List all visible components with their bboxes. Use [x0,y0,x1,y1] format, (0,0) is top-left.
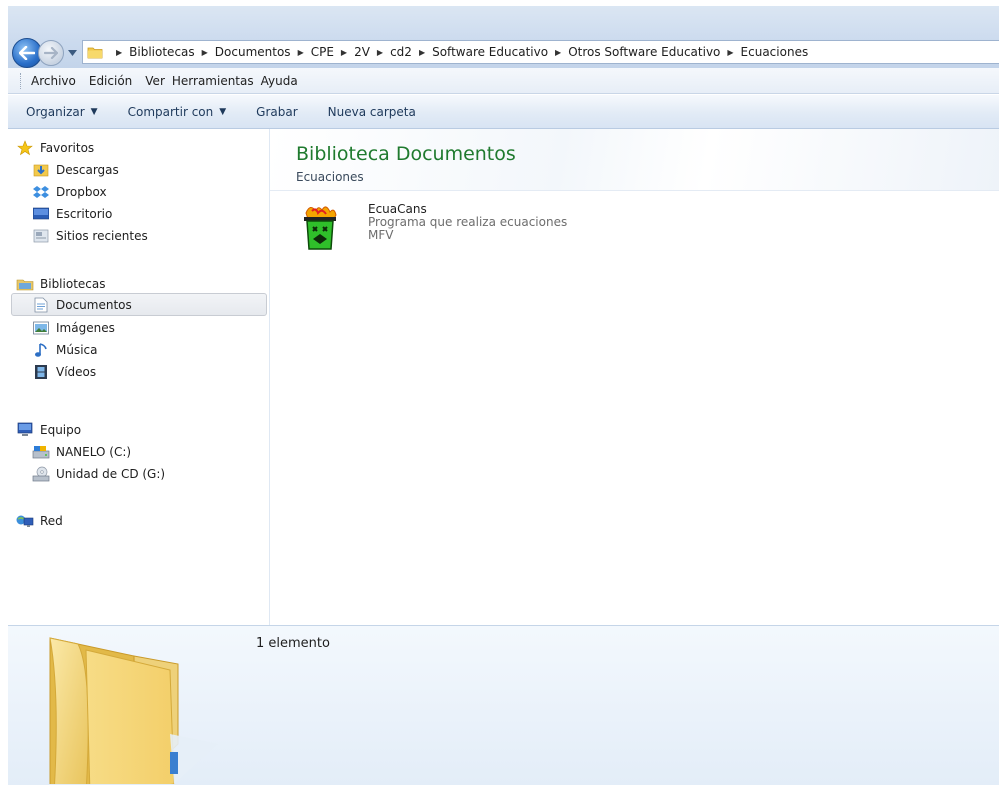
chevron-down-icon: ▼ [219,106,227,117]
nav-network[interactable]: Red [16,510,63,532]
dropbox-icon [32,184,50,200]
new-folder-label: Nueva carpeta [327,104,416,119]
menu-bar: Archivo Edición Ver Herramientas Ayuda [8,68,999,94]
nav-item-label: NANELO (C:) [56,445,132,459]
nav-item-sitios-recientes[interactable]: Sitios recientes [32,225,148,247]
library-header: Biblioteca Documentos Ecuaciones [270,129,999,191]
breadcrumb-item[interactable]: Otros Software Educativo [568,45,720,59]
network-icon [16,513,34,529]
forward-button[interactable] [38,40,64,66]
large-folder-icon [49,637,218,784]
breadcrumb-item[interactable]: Ecuaciones [741,45,809,59]
forward-arrow-icon [44,47,58,59]
chevron-down-icon [67,50,77,56]
file-description: Programa que realiza ecuaciones [368,215,568,229]
breadcrumb-separator-icon[interactable]: ▶ [341,48,347,57]
breadcrumb[interactable]: ▶ Bibliotecas ▶ Documentos ▶ CPE ▶ 2V ▶ … [82,40,999,64]
nav-item-label: Unidad de CD (G:) [56,467,166,481]
item-count: 1 elemento [256,636,330,651]
nav-item-label: Descargas [56,163,119,177]
documents-icon [32,297,50,313]
new-folder-button[interactable]: Nueva carpeta [328,105,416,119]
libraries-icon [16,276,34,292]
star-icon [16,140,34,156]
breadcrumb-item[interactable]: cd2 [390,45,412,59]
recent-places-icon [32,228,50,244]
nav-libraries-label: Bibliotecas [40,277,106,291]
breadcrumb-separator-icon[interactable]: ▶ [116,48,122,57]
desktop-icon [32,206,50,222]
nav-item-label: Dropbox [56,185,107,199]
breadcrumb-item[interactable]: Bibliotecas [129,45,194,59]
nav-item-videos[interactable]: Vídeos [32,361,96,383]
nav-item-documentos[interactable]: Documentos [11,293,267,316]
share-button[interactable]: Compartir con ▼ [128,105,227,119]
hard-drive-icon [32,444,50,460]
nav-computer[interactable]: Equipo [16,419,81,441]
file-item[interactable]: EcuaCans Programa que realiza ecuaciones… [300,203,630,261]
command-bar: Organizar ▼ Compartir con ▼ Grabar Nueva… [8,95,999,129]
computer-icon [16,422,34,438]
nav-item-musica[interactable]: Música [32,339,98,361]
menu-archivo[interactable]: Archivo [31,74,76,88]
file-author: MFV [368,228,394,242]
pictures-icon [32,320,50,336]
nav-item-escritorio[interactable]: Escritorio [32,203,112,225]
nav-favorites[interactable]: Favoritos [16,137,94,159]
menu-edicion[interactable]: Edición [89,74,132,88]
nav-item-label: Música [56,343,98,357]
breadcrumb-separator-icon[interactable]: ▶ [298,48,304,57]
nav-favorites-label: Favoritos [40,141,95,155]
content-pane: Biblioteca Documentos Ecuaciones EcuaCan… [270,129,999,625]
video-icon [32,364,50,380]
back-arrow-icon [19,46,35,60]
nav-item-label: Sitios recientes [56,229,148,243]
music-note-icon [32,342,50,358]
address-bar-area: ▶ Bibliotecas ▶ Documentos ▶ CPE ▶ 2V ▶ … [8,6,999,68]
nav-computer-label: Equipo [40,423,82,437]
nav-item-label: Documentos [56,297,132,312]
details-pane: 1 elemento [8,625,999,785]
nav-item-label: Imágenes [56,321,115,335]
share-label: Compartir con [127,104,214,119]
nav-item-cd-drive[interactable]: Unidad de CD (G:) [32,463,165,485]
library-subtitle: Ecuaciones [296,170,364,184]
breadcrumb-separator-icon[interactable]: ▶ [377,48,383,57]
nav-item-label: Escritorio [56,207,113,221]
organize-button[interactable]: Organizar ▼ [26,105,98,119]
nav-item-dropbox[interactable]: Dropbox [32,181,107,203]
breadcrumb-separator-icon[interactable]: ▶ [419,48,425,57]
nav-item-descargas[interactable]: Descargas [32,159,119,181]
explorer-window: ▶ Bibliotecas ▶ Documentos ▶ CPE ▶ 2V ▶ … [8,6,999,785]
breadcrumb-separator-icon[interactable]: ▶ [555,48,561,57]
burn-button[interactable]: Grabar [256,105,298,119]
cd-drive-icon [32,466,50,482]
breadcrumb-item[interactable]: Documentos [215,45,291,59]
nav-item-imagenes[interactable]: Imágenes [32,317,115,339]
breadcrumb-separator-icon[interactable]: ▶ [202,48,208,57]
burn-label: Grabar [256,104,298,119]
organize-label: Organizar [26,104,85,119]
menu-herramientas[interactable]: Herramientas [172,74,254,88]
navigation-pane: Favoritos Descargas Dropbox Escritorio S… [8,129,270,625]
ecuacans-app-icon [304,206,337,250]
downloads-folder-icon [32,162,50,178]
chevron-down-icon: ▼ [90,106,98,117]
menu-ayuda[interactable]: Ayuda [261,74,298,88]
menu-ver[interactable]: Ver [145,74,165,88]
breadcrumb-item[interactable]: CPE [311,45,334,59]
recent-pages-button[interactable] [66,46,78,60]
breadcrumb-separator-icon[interactable]: ▶ [727,48,733,57]
menu-grip [20,72,23,89]
breadcrumb-item[interactable]: 2V [354,45,370,59]
nav-libraries[interactable]: Bibliotecas [16,273,105,295]
nav-item-label: Vídeos [56,365,97,379]
library-title: Biblioteca Documentos [296,143,516,165]
nav-network-label: Red [40,514,63,528]
file-info: EcuaCans Programa que realiza ecuaciones… [368,203,567,261]
breadcrumb-item[interactable]: Software Educativo [432,45,548,59]
nav-item-nanelo[interactable]: NANELO (C:) [32,441,131,463]
folder-icon [87,47,103,59]
